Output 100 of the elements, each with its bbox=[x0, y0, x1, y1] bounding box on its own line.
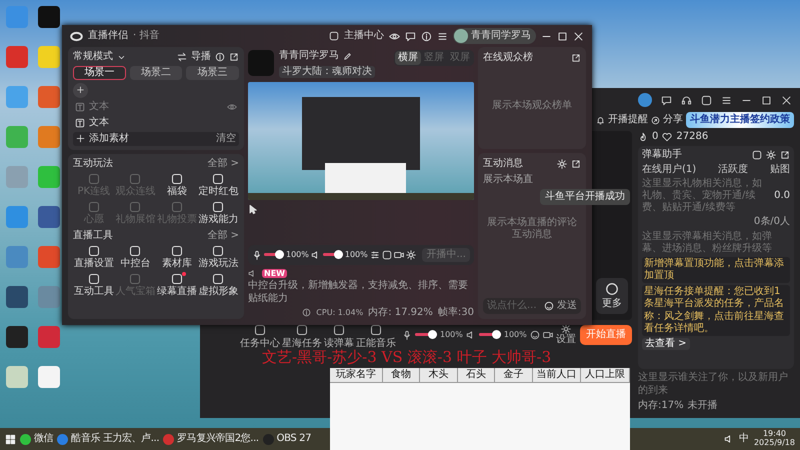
tool-button[interactable]: 游戏能力 bbox=[198, 201, 239, 226]
send-button[interactable]: 发送 bbox=[557, 300, 577, 312]
maximize-icon[interactable] bbox=[761, 94, 772, 106]
gear-icon[interactable] bbox=[406, 250, 416, 260]
tool-button[interactable]: 直播设置 bbox=[73, 244, 114, 270]
reminder-link[interactable]: 开播提醒 bbox=[608, 114, 648, 126]
taskbar-item[interactable]: OBS 27 bbox=[262, 432, 312, 446]
headset-icon[interactable] bbox=[681, 94, 692, 106]
volume-slider[interactable] bbox=[415, 330, 437, 340]
comment-field[interactable]: 说点什么... 发送 bbox=[483, 298, 581, 314]
scene-tab[interactable]: 场景一 bbox=[73, 66, 126, 80]
source-item[interactable]: 文本 bbox=[73, 116, 239, 129]
gear-icon[interactable] bbox=[766, 150, 776, 160]
anchor-center-link[interactable]: 主播中心 bbox=[344, 30, 384, 42]
popout-icon[interactable] bbox=[571, 159, 581, 170]
app-icon[interactable] bbox=[38, 6, 60, 28]
slider-thumb[interactable] bbox=[275, 250, 284, 260]
mode-dropdown[interactable]: 常规模式 bbox=[73, 51, 113, 64]
chat-bubble-icon[interactable] bbox=[405, 30, 416, 42]
volume-reading: 100% bbox=[286, 250, 309, 260]
tool-button[interactable]: 中控台 bbox=[114, 244, 156, 270]
taskbar-item[interactable]: 酷音乐 王力宏、卢... bbox=[57, 432, 160, 446]
rounded-square-icon bbox=[88, 244, 100, 257]
info-icon[interactable] bbox=[421, 30, 432, 42]
close-icon[interactable] bbox=[781, 94, 792, 106]
start-icon[interactable] bbox=[5, 434, 16, 444]
info-icon[interactable] bbox=[215, 52, 225, 62]
microphone-icon[interactable] bbox=[402, 330, 412, 340]
rounded-square-icon[interactable] bbox=[701, 94, 712, 106]
control-button[interactable]: 设置 bbox=[556, 324, 576, 346]
game-tag[interactable]: 斗罗大陆：魂师对决 bbox=[279, 66, 375, 78]
clear-link[interactable]: 清空 bbox=[216, 132, 236, 145]
cpu-usage: CPU: 1.04% bbox=[316, 308, 364, 318]
popout-icon[interactable] bbox=[780, 150, 790, 160]
tool-button[interactable]: 互动工具 bbox=[73, 272, 114, 298]
add-scene-button[interactable]: + bbox=[73, 83, 88, 98]
view-all-link[interactable]: 全部 > bbox=[207, 158, 239, 170]
tool-button[interactable]: 福袋 bbox=[156, 173, 198, 198]
app-icon[interactable] bbox=[6, 286, 28, 308]
volume-slider[interactable] bbox=[264, 250, 284, 260]
sliders-icon[interactable] bbox=[370, 250, 380, 260]
menu-icon[interactable] bbox=[437, 30, 448, 42]
tool-button[interactable]: 任务中心 bbox=[240, 324, 280, 350]
swap-arrows-icon[interactable] bbox=[177, 52, 187, 62]
rounded-square-icon[interactable] bbox=[382, 250, 392, 260]
app-icon[interactable] bbox=[38, 366, 60, 388]
share-icon[interactable] bbox=[651, 116, 660, 125]
slider-thumb[interactable] bbox=[428, 330, 437, 340]
flame-icon bbox=[638, 132, 648, 142]
volume-slider[interactable] bbox=[322, 250, 343, 260]
promo-banner[interactable]: 斗鱼潜力主播签约政策 bbox=[686, 112, 794, 128]
empty-text: 展示本场直播的评论互动消息 bbox=[486, 216, 578, 242]
tool-button[interactable]: 游戏玩法 bbox=[198, 244, 239, 270]
text-icon bbox=[75, 118, 85, 128]
view-link[interactable]: 去查看 > bbox=[642, 338, 690, 350]
rounded-square-icon[interactable] bbox=[329, 31, 339, 41]
close-icon[interactable] bbox=[573, 30, 584, 42]
gear-icon[interactable] bbox=[557, 159, 567, 170]
account-button[interactable]: 青青同学罗马 bbox=[453, 28, 536, 44]
hint-text: 这里显示谁关注了你，以及新用户的到来 bbox=[638, 372, 789, 397]
app-icon[interactable] bbox=[6, 326, 28, 348]
tool-button[interactable]: 定时红包 bbox=[198, 173, 239, 198]
more-button[interactable]: 更多 bbox=[596, 278, 628, 314]
ime-indicator[interactable]: 中 bbox=[738, 432, 749, 446]
popout-icon[interactable] bbox=[571, 53, 581, 64]
tool-button[interactable]: 虚拟形象 bbox=[198, 272, 239, 298]
scene-tab[interactable]: 场景二 bbox=[130, 66, 182, 80]
taskbar-item[interactable]: 罗马复兴帝国2您... bbox=[163, 432, 259, 446]
camera-icon[interactable] bbox=[394, 250, 404, 260]
scene-tab[interactable]: 场景三 bbox=[186, 66, 240, 80]
tab[interactable]: 在线用户(1) bbox=[642, 164, 696, 176]
rounded-square-icon[interactable] bbox=[752, 150, 762, 160]
microphone-icon[interactable] bbox=[252, 250, 262, 260]
tool-button[interactable]: 绿幕直播 bbox=[156, 272, 198, 298]
camera-icon[interactable] bbox=[542, 330, 553, 340]
add-source-link[interactable]: 添加素材 bbox=[89, 132, 212, 145]
taskbar-item[interactable]: 微信 bbox=[20, 432, 54, 446]
tool-button[interactable]: 素材库 bbox=[156, 244, 198, 270]
tool-button[interactable]: 正能音乐 bbox=[356, 324, 396, 350]
director-link[interactable]: 导播 bbox=[191, 51, 211, 64]
plus-icon[interactable] bbox=[76, 134, 85, 144]
pencil-icon[interactable] bbox=[343, 52, 352, 61]
bell-icon[interactable] bbox=[596, 116, 605, 125]
view-all-link[interactable]: 全部 > bbox=[207, 230, 239, 242]
eye-icon[interactable] bbox=[389, 30, 400, 42]
share-link[interactable]: 分享 bbox=[663, 114, 683, 126]
layout-tab[interactable]: 横屏 bbox=[395, 51, 421, 66]
tool-button[interactable]: 读弹幕 bbox=[324, 324, 354, 350]
slider-thumb[interactable] bbox=[334, 250, 343, 260]
smiley-icon[interactable] bbox=[530, 330, 540, 340]
tab[interactable]: 活跃度 bbox=[718, 164, 748, 176]
tool-button[interactable]: 星海任务 bbox=[282, 324, 322, 350]
smiley-icon[interactable] bbox=[544, 300, 554, 311]
chat-bubble-icon[interactable] bbox=[661, 94, 672, 106]
slider-thumb[interactable] bbox=[492, 330, 501, 340]
tab[interactable]: 贴图 bbox=[770, 164, 790, 176]
maximize-icon[interactable] bbox=[557, 30, 568, 42]
volume-slider[interactable] bbox=[478, 330, 501, 340]
popout-icon[interactable] bbox=[229, 52, 239, 62]
menu-icon[interactable] bbox=[721, 94, 732, 106]
